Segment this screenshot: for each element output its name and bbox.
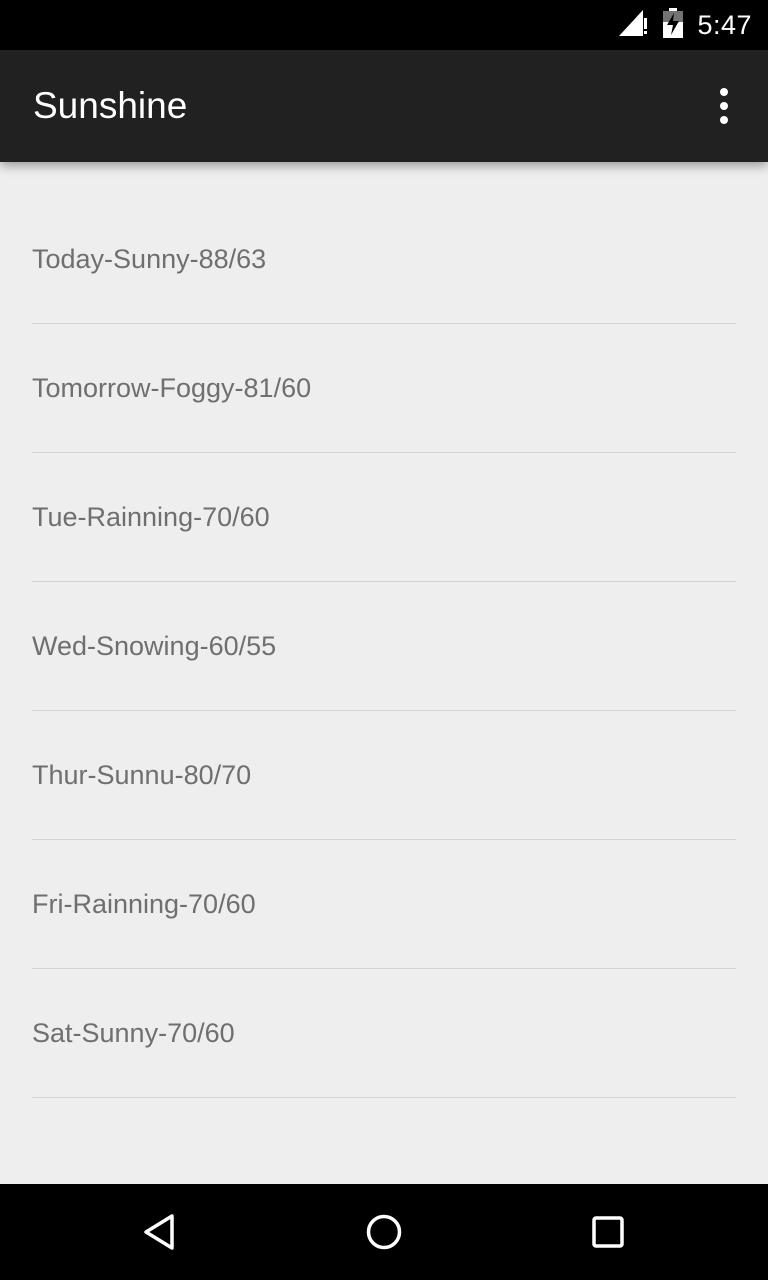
forecast-content: Today-Sunny-88/63 Tomorrow-Foggy-81/60 T… — [0, 162, 768, 1184]
forecast-list: Today-Sunny-88/63 Tomorrow-Foggy-81/60 T… — [32, 195, 736, 1098]
forecast-list-item[interactable]: Today-Sunny-88/63 — [32, 195, 736, 324]
forecast-list-item[interactable]: Tue-Rainning-70/60 — [32, 453, 736, 582]
recents-button[interactable] — [578, 1202, 638, 1262]
status-time: 5:47 — [697, 9, 752, 40]
back-button[interactable] — [130, 1202, 190, 1262]
home-icon — [366, 1214, 402, 1250]
forecast-list-item[interactable]: Fri-Rainning-70/60 — [32, 840, 736, 969]
more-vert-icon-dot — [720, 102, 728, 110]
signal-icon — [619, 10, 649, 40]
status-bar: 5:47 — [0, 0, 768, 50]
app-bar: Sunshine — [0, 50, 768, 162]
forecast-item-label: Thur-Sunnu-80/70 — [32, 759, 252, 790]
forecast-list-item[interactable]: Thur-Sunnu-80/70 — [32, 711, 736, 840]
forecast-item-label: Today-Sunny-88/63 — [32, 243, 267, 274]
forecast-list-item[interactable]: Sat-Sunny-70/60 — [32, 969, 736, 1098]
overflow-menu-button[interactable] — [704, 86, 744, 126]
back-icon — [144, 1214, 174, 1250]
more-vert-icon — [720, 88, 728, 96]
forecast-item-label: Tue-Rainning-70/60 — [32, 501, 270, 532]
navigation-bar — [0, 1184, 768, 1280]
forecast-item-label: Fri-Rainning-70/60 — [32, 888, 256, 919]
status-icons: 5:47 — [619, 0, 752, 50]
battery-charging-icon — [663, 8, 684, 42]
forecast-item-label: Tomorrow-Foggy-81/60 — [32, 372, 312, 403]
app-title: Sunshine — [33, 85, 188, 126]
forecast-item-label: Sat-Sunny-70/60 — [32, 1017, 235, 1048]
recents-icon — [592, 1216, 624, 1248]
forecast-item-label: Wed-Snowing-60/55 — [32, 630, 277, 661]
home-button[interactable] — [354, 1202, 414, 1262]
forecast-list-item[interactable]: Tomorrow-Foggy-81/60 — [32, 324, 736, 453]
more-vert-icon-dot — [720, 116, 728, 124]
forecast-list-item[interactable]: Wed-Snowing-60/55 — [32, 582, 736, 711]
